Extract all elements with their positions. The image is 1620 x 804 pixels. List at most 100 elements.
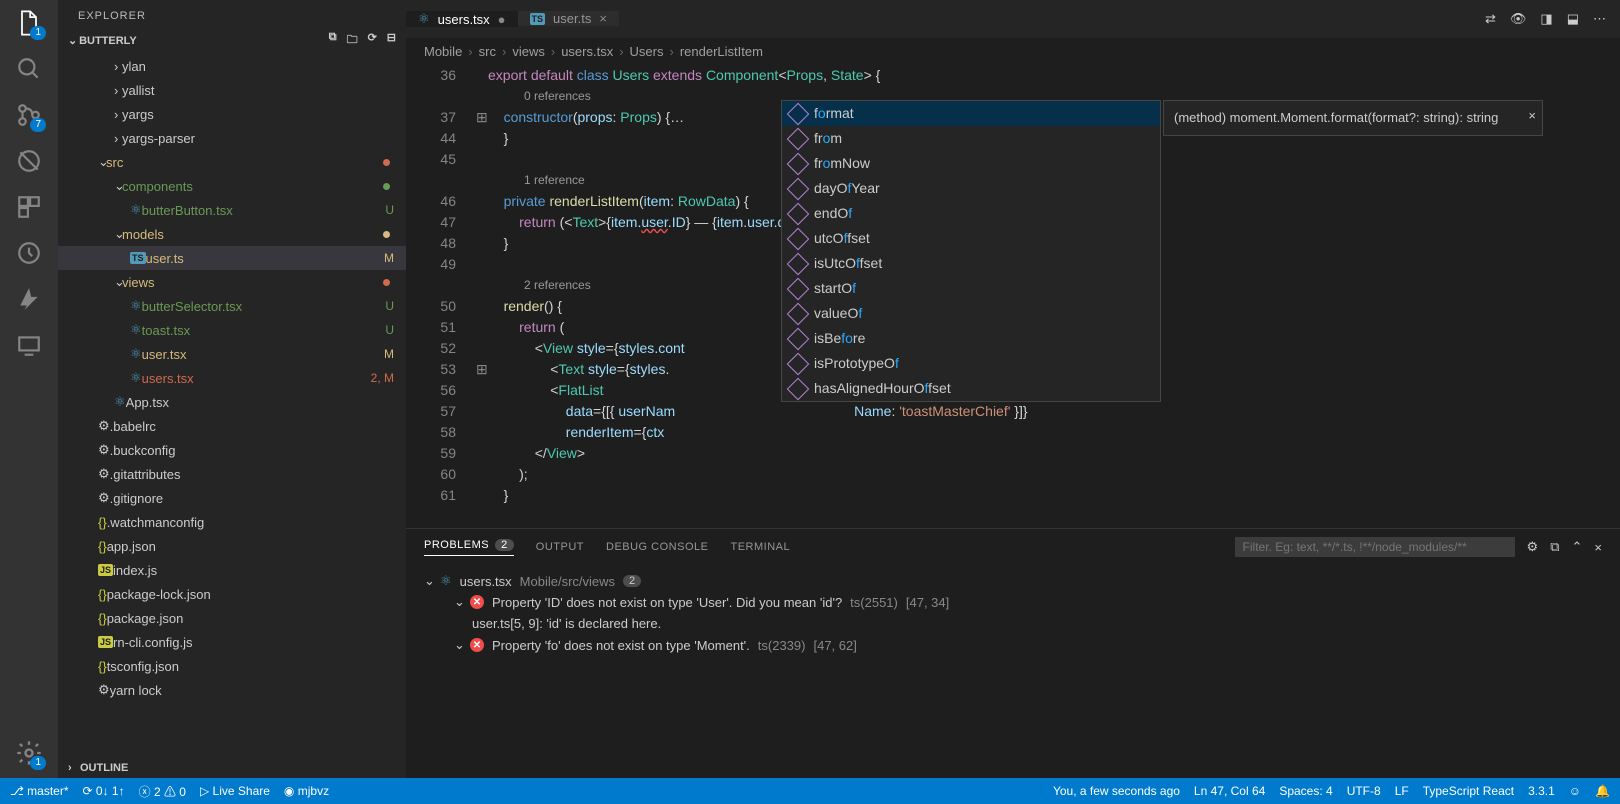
cursor-pos[interactable]: Ln 47, Col 64 [1194, 784, 1265, 798]
breadcrumb-item[interactable]: src [479, 44, 496, 59]
extensions-icon[interactable] [14, 192, 44, 222]
tree-item[interactable]: ⌄ components [58, 174, 406, 198]
encoding-status[interactable]: UTF-8 [1347, 784, 1381, 798]
tree-item[interactable]: ⚛ users.tsx2, M [58, 366, 406, 390]
suggest-item[interactable]: utcOffset [782, 226, 1160, 251]
split-right-icon[interactable]: ◨ [1540, 11, 1552, 27]
tree-item[interactable]: › ylan [58, 54, 406, 78]
suggest-widget[interactable]: formatfromfromNowdayOfYearendOfutcOffset… [781, 100, 1161, 402]
scm-icon[interactable]: 7 [14, 100, 44, 130]
sync-status[interactable]: ⟳ 0↓ 1↑ [83, 784, 125, 798]
branch-status[interactable]: ⎇ master* [10, 784, 69, 798]
breadcrumb-item[interactable]: renderListItem [680, 44, 763, 59]
breadcrumb-item[interactable]: users.tsx [561, 44, 613, 59]
suggest-item[interactable]: hasAlignedHourOffset [782, 376, 1160, 401]
tree-item[interactable]: ⚙ .gitignore [58, 486, 406, 510]
tree-item[interactable]: ⚛ user.tsxM [58, 342, 406, 366]
suggest-item[interactable]: startOf [782, 276, 1160, 301]
code-editor[interactable]: 36export default class Users extends Com… [406, 65, 1620, 528]
problem-item[interactable]: ⌄✕Property 'ID' does not exist on type '… [424, 591, 1602, 613]
spaces-status[interactable]: Spaces: 4 [1279, 784, 1332, 798]
search-icon[interactable] [14, 54, 44, 84]
tab-debug[interactable]: DEBUG CONSOLE [606, 541, 708, 553]
filter-input[interactable] [1235, 537, 1515, 557]
tree-item[interactable]: ⌄ src [58, 150, 406, 174]
close-panel-icon[interactable]: × [1594, 540, 1602, 555]
settings-icon[interactable]: 1 [14, 738, 44, 768]
suggest-item[interactable]: isBefore [782, 326, 1160, 351]
tree-item[interactable]: {} package-lock.json [58, 582, 406, 606]
suggest-item[interactable]: isPrototypeOf [782, 351, 1160, 376]
tree-item[interactable]: ⚙ .buckconfig [58, 438, 406, 462]
filter-settings-icon[interactable]: ⚙ [1527, 539, 1539, 555]
diff-icon[interactable]: ⇄ [1485, 11, 1496, 27]
breadcrumb-item[interactable]: views [512, 44, 545, 59]
remote-icon[interactable] [14, 330, 44, 360]
tree-item[interactable]: ⚛ App.tsx [58, 390, 406, 414]
ts-version[interactable]: 3.3.1 [1528, 784, 1555, 798]
tree-item[interactable]: ⚙ yarn lock [58, 678, 406, 702]
suggest-item[interactable]: dayOfYear [782, 176, 1160, 201]
tree-item[interactable]: ⚛ toast.tsxU [58, 318, 406, 342]
refresh-icon[interactable]: ⟳ [368, 31, 377, 50]
suggest-item[interactable]: from [782, 126, 1160, 151]
eol-status[interactable]: LF [1395, 784, 1409, 798]
suggest-item[interactable]: fromNow [782, 151, 1160, 176]
tab-problems[interactable]: PROBLEMS2 [424, 539, 514, 556]
live-share[interactable]: ▷ Live Share [200, 784, 270, 798]
errors-status[interactable]: ⓧ 2 ⚠ 0 [139, 783, 186, 800]
tree-item[interactable]: ⌄ models [58, 222, 406, 246]
breadcrumb-item[interactable]: Users [630, 44, 664, 59]
close-icon[interactable]: × [1528, 105, 1536, 126]
breadcrumb[interactable]: Mobile›src›views›users.tsx›Users›renderL… [406, 38, 1620, 65]
azure-icon[interactable] [14, 284, 44, 314]
suggest-item[interactable]: valueOf [782, 301, 1160, 326]
tree-item[interactable]: › yargs [58, 102, 406, 126]
tree-item[interactable]: {} .watchmanconfig [58, 510, 406, 534]
tree-item[interactable]: ⌄ views [58, 270, 406, 294]
suggest-item[interactable]: endOf [782, 201, 1160, 226]
outline-header[interactable]: › OUTLINE [58, 758, 406, 778]
suggest-item[interactable]: isUtcOffset [782, 251, 1160, 276]
tab-output[interactable]: OUTPUT [536, 541, 584, 553]
scm-badge: 7 [30, 118, 46, 132]
tree-item[interactable]: {} tsconfig.json [58, 654, 406, 678]
problem-item[interactable]: user.ts[5, 9]: 'id' is declared here. [424, 613, 1602, 634]
preview-icon[interactable]: 👁 [1510, 11, 1527, 27]
tree-item[interactable]: JS rn-cli.config.js [58, 630, 406, 654]
suggest-item[interactable]: format [782, 101, 1160, 126]
tree-item[interactable]: {} package.json [58, 606, 406, 630]
editor-tab[interactable]: ⚛ users.tsx ● [406, 11, 518, 27]
tree-item[interactable]: ⚛ butterSelector.tsxU [58, 294, 406, 318]
collapse-panel-icon[interactable]: ⌃ [1572, 539, 1583, 555]
tree-item[interactable]: JS index.js [58, 558, 406, 582]
tree-item[interactable]: › yargs-parser [58, 126, 406, 150]
copy-icon[interactable]: ⧉ [1550, 539, 1559, 555]
tree-item[interactable]: {} app.json [58, 534, 406, 558]
split-down-icon[interactable]: ⬓ [1567, 11, 1579, 27]
lang-status[interactable]: TypeScript React [1423, 784, 1514, 798]
problem-item[interactable]: ⌄✕Property 'fo' does not exist on type '… [424, 634, 1602, 656]
breadcrumb-item[interactable]: Mobile [424, 44, 462, 59]
editor-tab[interactable]: TS user.ts × [518, 11, 619, 26]
more-icon[interactable]: ⋯ [1593, 11, 1606, 27]
new-file-icon[interactable]: ⧉ [329, 31, 337, 50]
files-icon[interactable]: 1 [14, 8, 44, 38]
tab-terminal[interactable]: TERMINAL [730, 541, 790, 553]
tree-item[interactable]: ⚛ butterButton.tsxU [58, 198, 406, 222]
timeline-icon[interactable] [14, 238, 44, 268]
feedback-icon[interactable]: ☺ [1569, 784, 1581, 798]
project-header[interactable]: ⌄ BUTTERLY ⧉ 🗀 ⟳ ⊟ [58, 27, 406, 54]
debug-icon[interactable] [14, 146, 44, 176]
blame-status[interactable]: You, a few seconds ago [1053, 784, 1180, 798]
new-folder-icon[interactable]: 🗀 [347, 31, 358, 50]
github-user[interactable]: ◉ mjbvz [284, 784, 329, 798]
files-badge: 1 [30, 26, 46, 40]
tree-item[interactable]: TS user.tsM [58, 246, 406, 270]
tree-item[interactable]: ⚙ .babelrc [58, 414, 406, 438]
bell-icon[interactable]: 🔔 [1595, 784, 1610, 798]
tree-item[interactable]: ⚙ .gitattributes [58, 462, 406, 486]
collapse-icon[interactable]: ⊟ [387, 31, 396, 50]
problem-file[interactable]: ⌄⚛ users.tsx Mobile/src/views 2 [424, 571, 1602, 591]
tree-item[interactable]: › yallist [58, 78, 406, 102]
